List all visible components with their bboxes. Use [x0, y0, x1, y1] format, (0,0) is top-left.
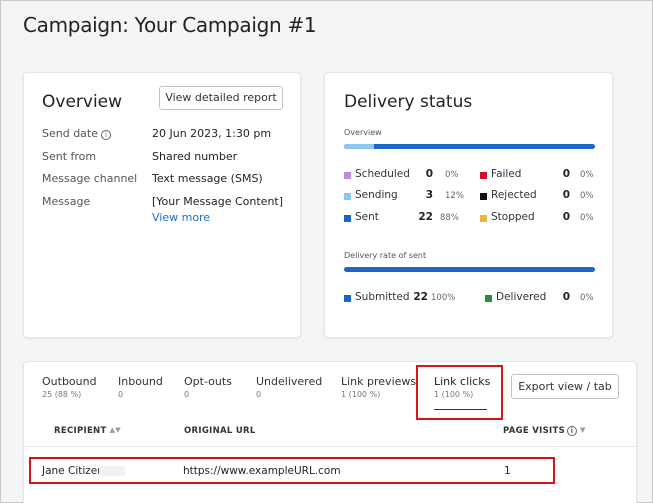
submitted-pct: 100% [431, 293, 456, 303]
submitted-count: 22 [413, 291, 428, 303]
stopped-count: 0 [562, 211, 570, 223]
stopped-pct: 0% [580, 213, 594, 223]
export-view-button[interactable]: Export view / tab [511, 374, 619, 399]
failed-count: 0 [562, 168, 570, 180]
url-cell[interactable]: https://www.exampleURL.com [183, 465, 341, 477]
messages-panel: Outbound 25 (88 %) Inbound 0 Opt-outs 0 … [23, 361, 637, 503]
sending-swatch [344, 193, 351, 200]
sent-label: Sent [355, 211, 379, 223]
overview-heading: Overview [42, 92, 123, 112]
delivery-heading: Delivery status [344, 92, 473, 112]
message-value: [Your Message Content] [152, 195, 284, 208]
stopped-label: Stopped [491, 211, 535, 223]
delivered-pct: 0% [580, 293, 594, 303]
sending-count: 3 [425, 189, 433, 201]
delivery-rate-label: Delivery rate of sent [344, 251, 427, 260]
scheduled-count: 0 [425, 168, 433, 180]
view-more-link[interactable]: View more [152, 211, 210, 224]
scheduled-pct: 0% [445, 170, 459, 180]
message-channel-value: Text message (SMS) [152, 172, 263, 185]
overview-bar-label: Overview [344, 128, 382, 137]
delivered-swatch [485, 295, 492, 302]
sending-segment [344, 144, 375, 149]
failed-pct: 0% [580, 170, 594, 180]
sending-label: Sending [355, 189, 398, 201]
column-header-page-visits[interactable]: PAGE VISITS i ▼ [503, 426, 586, 436]
redacted-text [99, 466, 125, 476]
info-icon[interactable]: i [567, 426, 578, 436]
message-label: Message [42, 195, 91, 208]
sent-swatch [344, 215, 351, 222]
sort-down-icon[interactable]: ▼ [580, 426, 586, 434]
rejected-count: 0 [562, 189, 570, 201]
sent-from-value: Shared number [152, 150, 238, 163]
sent-from-label: Sent from [42, 150, 97, 163]
tab-inbound[interactable]: Inbound 0 [118, 375, 163, 399]
sent-count: 22 [418, 211, 433, 223]
tab-undelivered[interactable]: Undelivered 0 [256, 375, 322, 399]
submitted-label: Submitted [355, 291, 410, 303]
stopped-swatch [480, 215, 487, 222]
failed-label: Failed [491, 168, 522, 180]
table-header-divider [24, 446, 636, 447]
sent-pct: 88% [440, 213, 459, 223]
info-icon[interactable]: i [101, 130, 112, 140]
tab-opt-outs[interactable]: Opt-outs 0 [184, 375, 232, 399]
scheduled-label: Scheduled [355, 168, 410, 180]
tab-outbound[interactable]: Outbound 25 (88 %) [42, 375, 97, 399]
rejected-swatch [480, 193, 487, 200]
send-date-label: Send date i [42, 127, 112, 140]
delivered-count: 0 [562, 291, 570, 303]
delivery-rate-bar [344, 267, 595, 272]
delivery-status-card: Delivery status Overview Scheduled 0 0% … [324, 72, 613, 338]
rejected-label: Rejected [491, 189, 537, 201]
page-title: Campaign: Your Campaign #1 [23, 13, 317, 37]
rejected-pct: 0% [580, 191, 594, 201]
view-detailed-report-button[interactable]: View detailed report [159, 86, 283, 110]
column-header-recipient[interactable]: RECIPIENT ▲▼ [54, 426, 121, 436]
link-clicks-highlight-box [416, 365, 503, 420]
delivered-label: Delivered [496, 291, 547, 303]
message-channel-label: Message channel [42, 172, 138, 185]
sending-pct: 12% [445, 191, 464, 201]
submitted-swatch [344, 295, 351, 302]
send-date-value: 20 Jun 2023, 1:30 pm [152, 127, 272, 140]
sort-icon[interactable]: ▲▼ [110, 426, 121, 434]
failed-swatch [480, 172, 487, 179]
tab-link-previews[interactable]: Link previews 1 (100 %) [341, 375, 416, 399]
scheduled-swatch [344, 172, 351, 179]
page-visits-cell: 1 [504, 465, 511, 477]
column-header-original-url: ORIGINAL URL [184, 426, 256, 436]
recipient-cell: Jane Citizen [42, 465, 104, 477]
overview-progress-bar [344, 144, 595, 149]
overview-card: Overview View detailed report Send date i… [23, 72, 301, 338]
